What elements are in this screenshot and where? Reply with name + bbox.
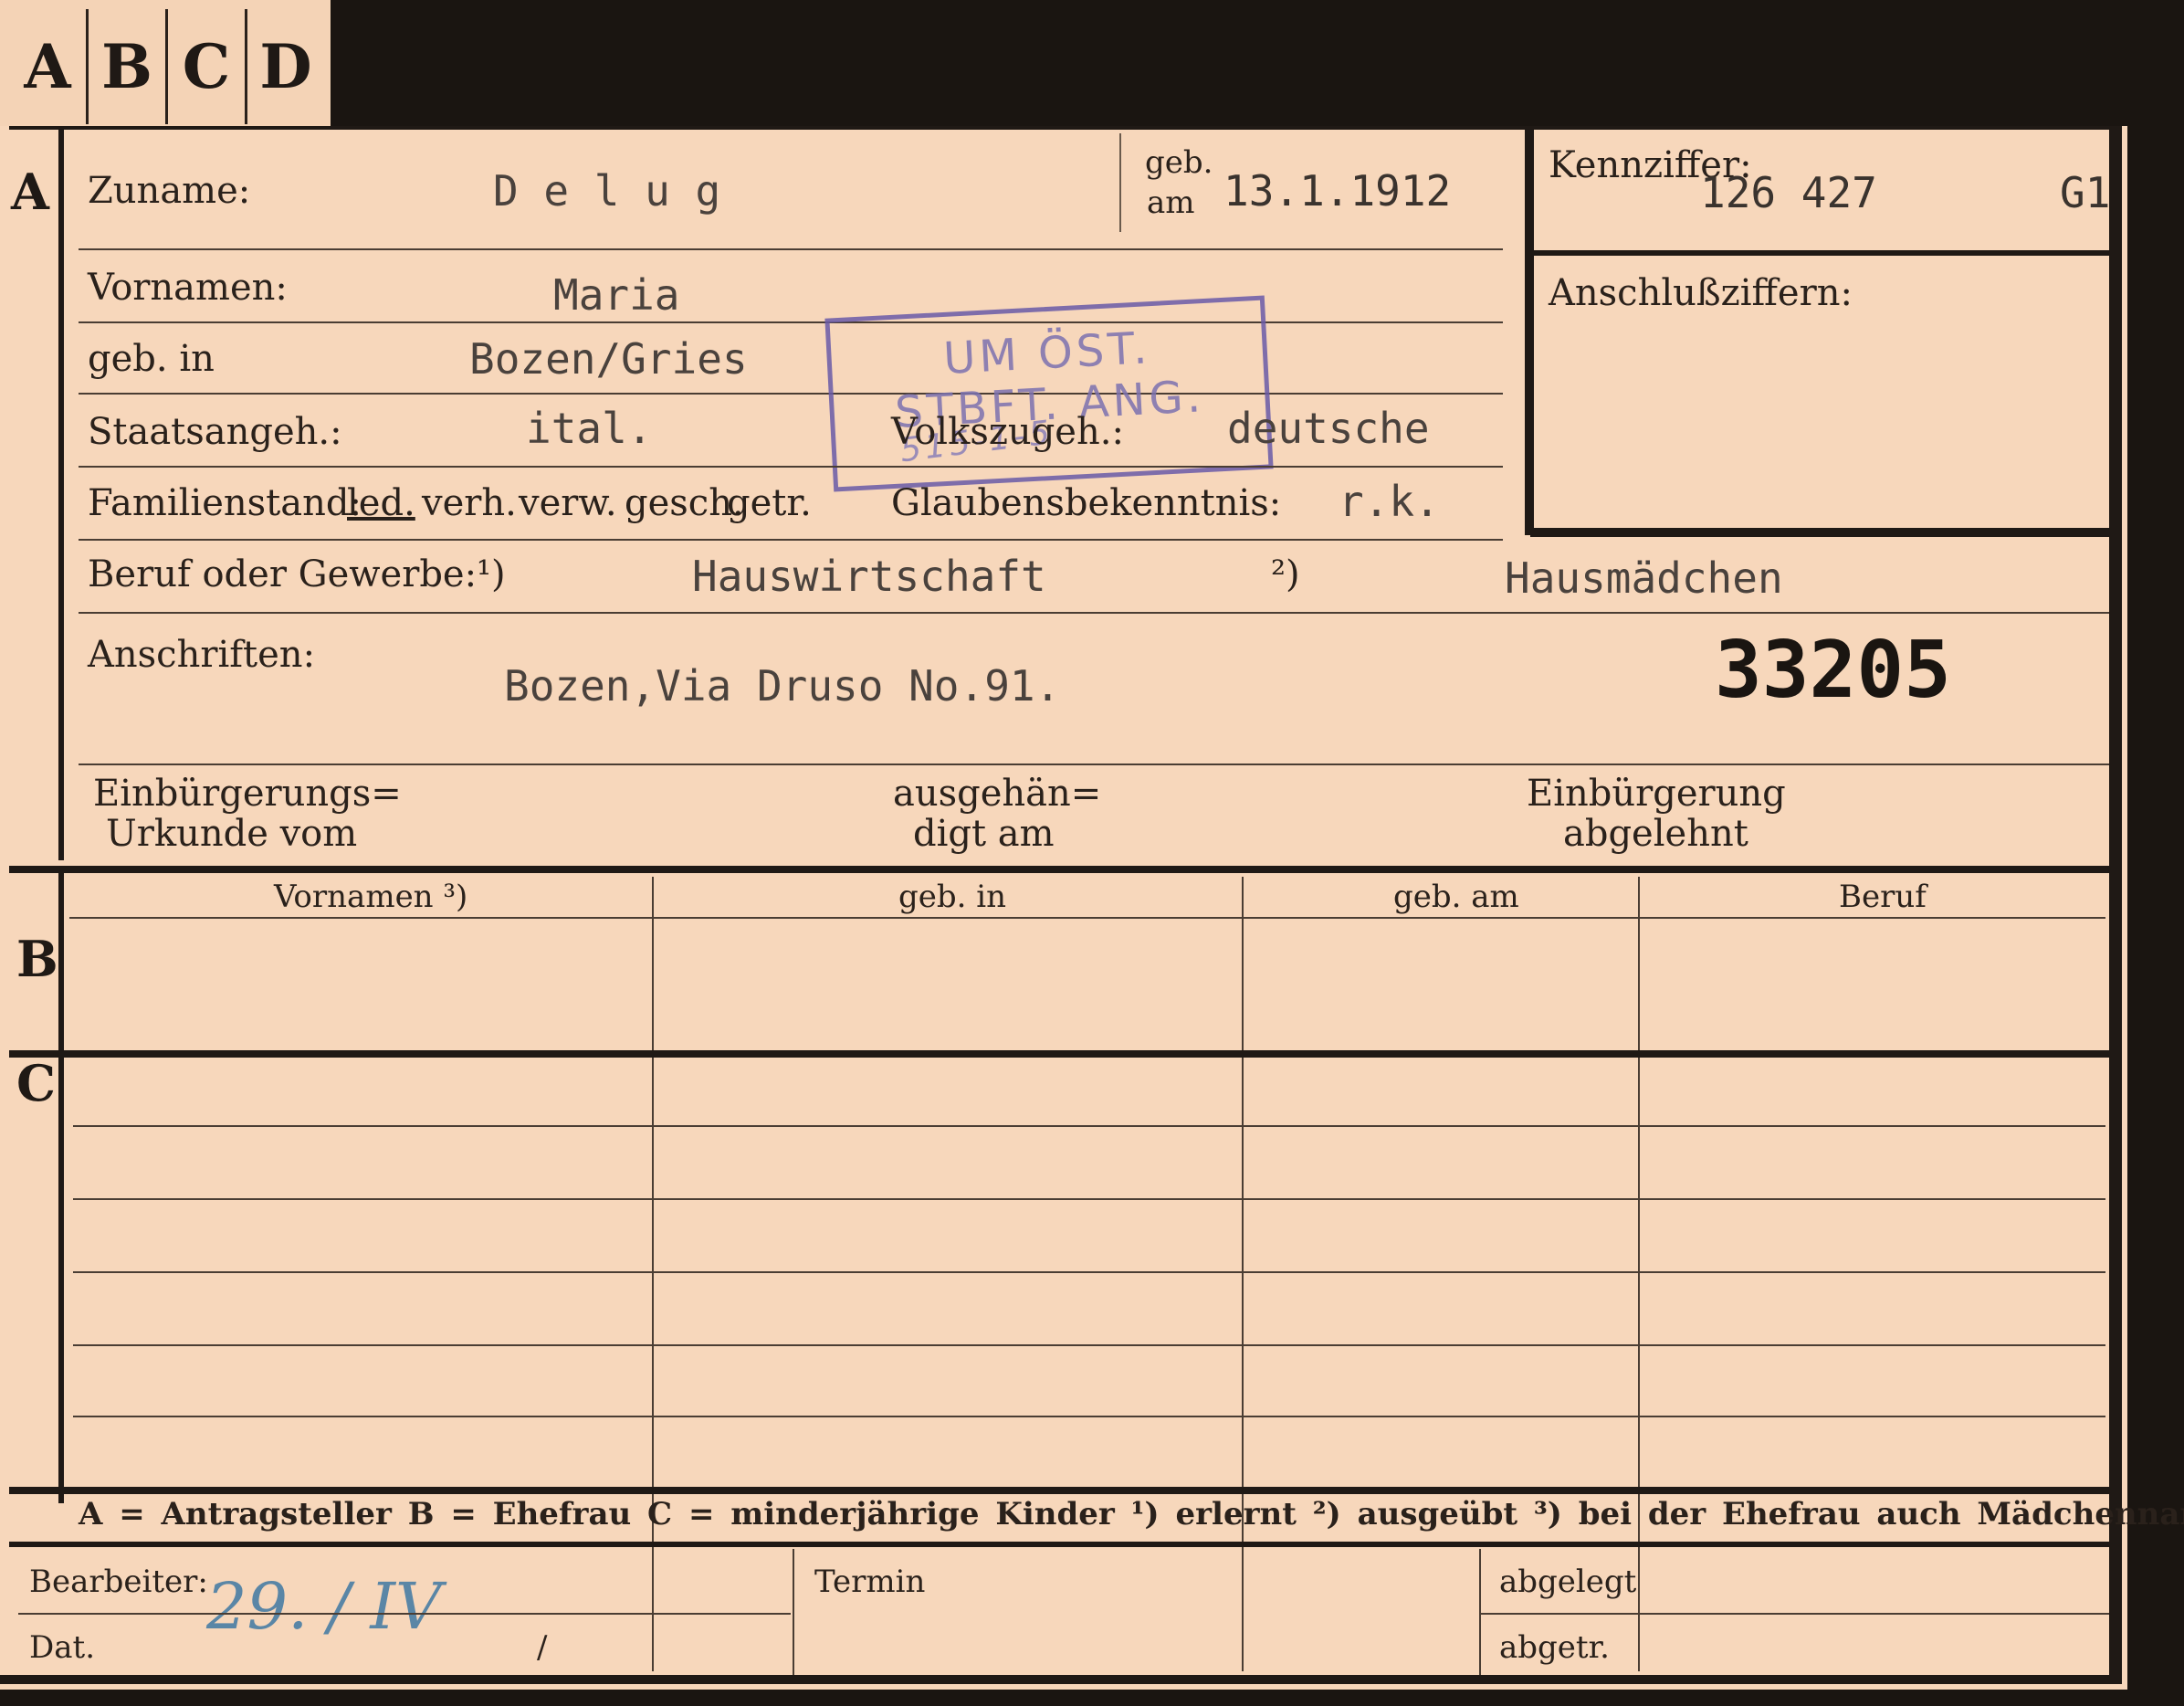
card-top-border	[9, 126, 2118, 130]
label-staatsangeh: Staatsangeh.:	[88, 411, 342, 453]
handwritten-signature: 29. / IV	[206, 1569, 442, 1644]
legend-bottom-rule	[9, 1542, 2113, 1547]
label-glaubensbekenntnis: Glaubensbekenntnis:	[891, 482, 1282, 524]
label-ausgehaen-1: ausgehän=	[893, 773, 1102, 815]
number-stamp: 33205	[1715, 625, 1951, 716]
label-einbuergerungs-2: Urkunde vom	[106, 813, 358, 855]
value-beruf-erlernt: Hauswirtschaft	[692, 552, 1046, 601]
value-beruf-ausgeuebt: Hausmädchen	[1505, 553, 1783, 603]
value-zuname: D e l u g	[493, 166, 721, 216]
col-divider-3	[1638, 877, 1640, 1671]
value-kennziffer-suffix: G1	[2060, 168, 2111, 217]
register-tabs: A B C D	[0, 0, 331, 126]
label-geb-in: geb. in	[88, 338, 215, 380]
value-glaubensbekenntnis: r.k.	[1339, 477, 1440, 526]
kennziffer-box-divider	[1530, 250, 2111, 256]
value-anschrift: Bozen,Via Druso No.91.	[504, 661, 1061, 711]
kennziffer-box-left	[1525, 126, 1534, 535]
value-staatsangeh: ital.	[526, 404, 653, 453]
rule-row7	[79, 763, 2109, 765]
rule-c2	[73, 1198, 2105, 1200]
label-einbuergerungs-1: Einbürgerungs=	[93, 773, 402, 815]
label-dat: Dat.	[29, 1629, 96, 1666]
label-anschriften: Anschriften:	[88, 634, 316, 676]
value-geb-in: Bozen/Gries	[469, 334, 748, 384]
rule-c3	[73, 1271, 2105, 1273]
registration-card: A B C Zuname: D e l u g geb. am 13.1.191…	[0, 126, 2184, 1690]
label-ausgehaen-2: digt am	[913, 813, 1055, 855]
value-vornamen: Maria	[553, 270, 680, 320]
label-geb-am-1: geb.	[1145, 144, 1213, 181]
col-divider-2	[1242, 877, 1244, 1671]
rule-row3	[79, 393, 1503, 395]
header-geb-in: geb. in	[898, 879, 1007, 915]
label-vornamen: Vornamen:	[88, 267, 288, 309]
rule-row1	[79, 248, 1503, 250]
label-einbuergerung-2: abgelehnt	[1563, 813, 1748, 855]
geb-am-divider	[1119, 133, 1121, 232]
legend-top-rule	[9, 1487, 2113, 1494]
section-c-marker: C	[16, 1054, 56, 1112]
section-a-marker: A	[11, 163, 49, 221]
rule-header	[69, 917, 2105, 919]
familienstand-option-verh: verh.	[422, 482, 517, 524]
kennziffer-box-bottom	[1530, 528, 2111, 537]
familienstand-option-getr: getr.	[727, 482, 812, 524]
tab-b: B	[89, 9, 168, 124]
label-abgetr: abgetr.	[1499, 1629, 1610, 1666]
label-volkszugeh: Volkszugeh.:	[891, 411, 1124, 453]
familienstand-option-verw: verw.	[519, 482, 617, 524]
familienstand-option-led: led.	[347, 482, 415, 524]
rule-c1	[73, 1125, 2105, 1127]
label-termin: Termin	[814, 1564, 926, 1600]
section-a-left-rule	[58, 126, 64, 860]
col-divider-1	[652, 877, 654, 1671]
value-volkszugeh: deutsche	[1227, 404, 1430, 453]
label-familienstand: Familienstand:	[88, 482, 362, 524]
label-geb-am-2: am	[1147, 184, 1195, 221]
header-vornamen: Vornamen ³)	[274, 879, 468, 915]
legend: A = Antragsteller B = Ehefrau C = minder…	[79, 1496, 2184, 1532]
header-beruf: Beruf	[1839, 879, 1927, 915]
beruf-note-2: ²)	[1271, 553, 1300, 595]
rule-c5	[73, 1416, 2105, 1417]
section-b-top-rule	[9, 866, 2113, 873]
rule-row4	[79, 466, 1503, 468]
rule-row6	[79, 612, 2109, 614]
tab-a: A	[9, 9, 89, 124]
value-kennziffer: 126 427	[1700, 168, 1877, 217]
label-beruf: Beruf oder Gewerbe:	[88, 553, 478, 595]
section-c-left-rule	[58, 1058, 64, 1503]
rule-row2	[79, 321, 1503, 323]
label-zuname: Zuname:	[88, 170, 251, 212]
tab-d: D	[259, 31, 312, 102]
section-b-marker: B	[16, 930, 58, 988]
tab-c: C	[168, 9, 247, 124]
rule-row5	[79, 539, 1503, 541]
footer-divider-2	[1479, 1549, 1481, 1675]
label-anschlussziffern: Anschlußziffern:	[1549, 272, 1853, 314]
section-c-top-rule	[9, 1050, 2113, 1058]
header-geb-am: geb. am	[1393, 879, 1519, 915]
date-separator: /	[537, 1629, 548, 1666]
label-abgelegt: abgelegt	[1499, 1564, 1637, 1600]
rule-c4	[73, 1344, 2105, 1346]
value-geb-am: 13.1.1912	[1223, 166, 1452, 216]
label-bearbeiter: Bearbeiter:	[29, 1564, 208, 1600]
card-right-border	[2109, 126, 2122, 1679]
label-einbuergerung-1: Einbürgerung	[1527, 773, 1786, 815]
rule-footer-right	[1481, 1613, 2109, 1615]
footer-divider-1	[793, 1549, 794, 1675]
card-bottom-border	[0, 1675, 2122, 1684]
office-stamp: UM ÖST. STBFT. ANG. 515-1-5	[824, 295, 1274, 492]
beruf-note-1: ¹)	[477, 553, 506, 595]
rule-footer-left	[18, 1613, 791, 1615]
